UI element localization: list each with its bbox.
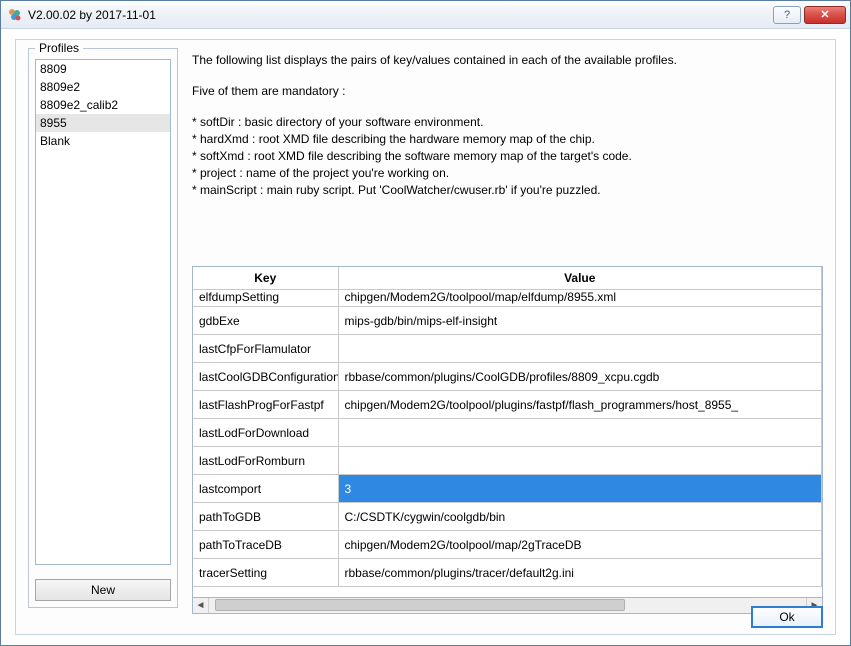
table-row[interactable]: pathToTraceDBchipgen/Modem2G/toolpool/ma… <box>193 531 822 559</box>
desc-bullet: * softXmd : root XMD file describing the… <box>192 148 823 165</box>
cell-value[interactable]: chipgen/Modem2G/toolpool/plugins/fastpf/… <box>338 391 822 419</box>
dialog-window: V2.00.02 by 2017-11-01 ? ✕ Profiles 8809… <box>0 0 851 646</box>
table-row[interactable]: lastcomport3 <box>193 475 822 503</box>
cell-key[interactable]: lastCfpForFlamulator <box>193 335 338 363</box>
desc-line: The following list displays the pairs of… <box>192 52 823 69</box>
scroll-left-icon[interactable]: ◄ <box>193 598 209 613</box>
cell-value[interactable]: rbbase/common/plugins/tracer/default2g.i… <box>338 559 822 587</box>
table-row[interactable]: tracerSettingrbbase/common/plugins/trace… <box>193 559 822 587</box>
app-icon <box>7 7 23 23</box>
window-title: V2.00.02 by 2017-11-01 <box>28 8 773 22</box>
cell-key[interactable]: gdbExe <box>193 307 338 335</box>
cell-value[interactable] <box>338 335 822 363</box>
cell-key[interactable]: lastCoolGDBConfiguration <box>193 363 338 391</box>
cell-value[interactable]: 3 <box>338 475 822 503</box>
desc-line: Five of them are mandatory : <box>192 83 823 100</box>
cell-key[interactable]: lastLodForDownload <box>193 419 338 447</box>
cell-value[interactable]: chipgen/Modem2G/toolpool/map/2gTraceDB <box>338 531 822 559</box>
desc-bullet: * softDir : basic directory of your soft… <box>192 114 823 131</box>
cell-key[interactable]: lastLodForRomburn <box>193 447 338 475</box>
keyvalue-table-area: Key Value elfdumpSettingchipgen/Modem2G/… <box>192 266 823 614</box>
close-icon: ✕ <box>820 8 829 21</box>
cell-value[interactable]: rbbase/common/plugins/CoolGDB/profiles/8… <box>338 363 822 391</box>
help-icon: ? <box>784 9 790 21</box>
close-button[interactable]: ✕ <box>804 6 846 24</box>
main-panel: Profiles 88098809e28809e2_calib28955Blan… <box>15 39 836 635</box>
desc-bullet: * mainScript : main ruby script. Put 'Co… <box>192 182 823 199</box>
cell-value[interactable] <box>338 419 822 447</box>
column-header-value[interactable]: Value <box>338 267 822 290</box>
help-button[interactable]: ? <box>773 6 801 24</box>
table-row[interactable]: lastFlashProgForFastpfchipgen/Modem2G/to… <box>193 391 822 419</box>
ok-button[interactable]: Ok <box>751 606 823 628</box>
profiles-listbox[interactable]: 88098809e28809e2_calib28955Blank <box>35 59 171 565</box>
description-text: The following list displays the pairs of… <box>192 52 823 199</box>
table-row[interactable]: lastCoolGDBConfigurationrbbase/common/pl… <box>193 363 822 391</box>
cell-key[interactable]: lastcomport <box>193 475 338 503</box>
profile-item[interactable]: Blank <box>36 132 170 150</box>
profiles-legend: Profiles <box>35 41 83 55</box>
horizontal-scrollbar[interactable]: ◄ ► <box>192 598 823 614</box>
cell-key[interactable]: pathToTraceDB <box>193 531 338 559</box>
table-row[interactable]: lastLodForRomburn <box>193 447 822 475</box>
cell-key[interactable]: tracerSetting <box>193 559 338 587</box>
profile-item[interactable]: 8809 <box>36 60 170 78</box>
profile-item[interactable]: 8809e2 <box>36 78 170 96</box>
cell-value[interactable]: mips-gdb/bin/mips-elf-insight <box>338 307 822 335</box>
titlebar[interactable]: V2.00.02 by 2017-11-01 ? ✕ <box>1 1 850 29</box>
cell-value[interactable] <box>338 447 822 475</box>
table-row[interactable]: pathToGDBC:/CSDTK/cygwin/coolgdb/bin <box>193 503 822 531</box>
desc-bullet: * hardXmd : root XMD file describing the… <box>192 131 823 148</box>
cell-key[interactable]: pathToGDB <box>193 503 338 531</box>
keyvalue-table[interactable]: Key Value elfdumpSettingchipgen/Modem2G/… <box>192 266 823 598</box>
column-header-key[interactable]: Key <box>193 267 338 290</box>
table-row[interactable]: lastLodForDownload <box>193 419 822 447</box>
table-row[interactable]: gdbExemips-gdb/bin/mips-elf-insight <box>193 307 822 335</box>
cell-key[interactable]: elfdumpSetting <box>193 290 338 307</box>
profile-item[interactable]: 8809e2_calib2 <box>36 96 170 114</box>
new-button[interactable]: New <box>35 579 171 601</box>
scroll-thumb[interactable] <box>215 599 625 611</box>
profiles-group: Profiles 88098809e28809e2_calib28955Blan… <box>28 48 178 608</box>
table-row[interactable]: lastCfpForFlamulator <box>193 335 822 363</box>
cell-value[interactable]: C:/CSDTK/cygwin/coolgdb/bin <box>338 503 822 531</box>
cell-value[interactable]: chipgen/Modem2G/toolpool/map/elfdump/895… <box>338 290 822 307</box>
cell-key[interactable]: lastFlashProgForFastpf <box>193 391 338 419</box>
table-row[interactable]: elfdumpSettingchipgen/Modem2G/toolpool/m… <box>193 290 822 307</box>
desc-bullet: * project : name of the project you're w… <box>192 165 823 182</box>
profile-item[interactable]: 8955 <box>36 114 170 132</box>
